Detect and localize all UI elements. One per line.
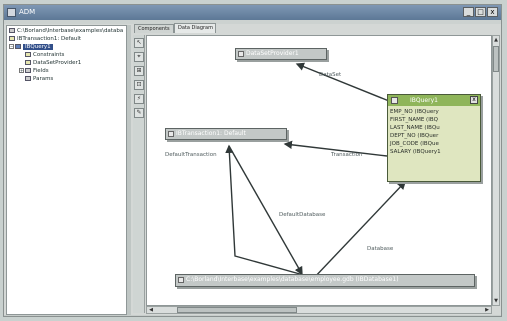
tree-row-provider[interactable]: DataSetProvider1	[25, 60, 81, 67]
fields-icon	[25, 68, 31, 73]
vertical-scrollbar[interactable]: ▲ ▼	[492, 35, 500, 306]
query-node-header[interactable]: IBQuery1 x	[388, 95, 480, 106]
provider-icon	[25, 60, 31, 65]
edge-label-database: Database	[367, 246, 394, 252]
collapse-icon[interactable]: −	[9, 44, 14, 49]
link-tool-icon[interactable]: ⚡	[134, 94, 144, 104]
edge-dataset	[295, 62, 390, 102]
node-database[interactable]: C:\Borland\Interbase\examples\database\e…	[175, 274, 475, 287]
scroll-right-icon[interactable]: ▶	[484, 307, 490, 313]
node-query[interactable]: IBQuery1 x EMP_NO (IBQuery FIRST_NAME (I…	[387, 94, 481, 182]
transaction-node-icon	[168, 131, 174, 137]
lookup-tool-icon[interactable]: ⊡	[134, 80, 144, 90]
status-bar	[4, 315, 501, 316]
horizontal-scrollbar[interactable]: ◀ ▶	[146, 306, 492, 314]
params-icon	[25, 76, 31, 81]
query-field[interactable]: DEPT_NO (IBQuer	[390, 132, 438, 140]
edge-label-default-database: DefaultDatabase	[279, 212, 326, 218]
query-icon	[15, 44, 21, 49]
master-detail-tool-icon[interactable]: ⊞	[134, 66, 144, 76]
adm-window: ADM _ □ x C:\Borland\Interbase\examples\…	[3, 4, 502, 317]
scroll-up-icon[interactable]: ▲	[493, 37, 499, 43]
property-tool-icon[interactable]: ⌖	[134, 52, 144, 62]
query-field[interactable]: LAST_NAME (IBQu	[390, 124, 440, 132]
tree-row-database[interactable]: C:\Borland\Interbase\examples\databa	[9, 28, 123, 35]
database-icon	[9, 28, 15, 33]
node-transaction[interactable]: IBTransaction1: Default	[165, 128, 287, 140]
query-field[interactable]: SALARY (IBQuery1	[390, 148, 441, 156]
query-close-icon[interactable]: x	[470, 96, 478, 104]
tree-row-params[interactable]: Params	[25, 76, 53, 83]
diagram-toolbar: ↖ ⌖ ⊞ ⊡ ⚡ ✎	[133, 35, 145, 313]
scroll-left-icon[interactable]: ◀	[148, 307, 154, 313]
node-provider[interactable]: DataSetProvider1	[235, 48, 327, 60]
query-field[interactable]: EMP_NO (IBQuery	[390, 108, 439, 116]
maximize-button[interactable]: □	[475, 7, 486, 17]
constraints-icon	[25, 52, 31, 57]
provider-node-icon	[238, 51, 244, 57]
minimize-button[interactable]: _	[463, 7, 474, 17]
query-field[interactable]: FIRST_NAME (IBQ	[390, 116, 438, 124]
tree-row-transaction[interactable]: IBTransaction1: Default	[9, 36, 81, 43]
panel-splitter[interactable]	[127, 25, 131, 315]
pointer-tool-icon[interactable]: ↖	[134, 38, 144, 48]
scroll-down-icon[interactable]: ▼	[493, 298, 499, 304]
database-node-icon	[178, 277, 184, 283]
tab-data-diagram[interactable]: Data Diagram	[174, 23, 216, 33]
diagram-canvas[interactable]: DataSetProvider1 IBTransaction1: Default…	[146, 35, 492, 306]
tree-row-query[interactable]: − IBQuery1	[9, 44, 53, 51]
tab-components[interactable]: Components	[134, 24, 174, 33]
vertical-scroll-thumb[interactable]	[493, 46, 499, 72]
tab-strip: Components Data Diagram	[132, 23, 500, 34]
expand-icon[interactable]: +	[19, 68, 24, 73]
object-tree[interactable]: C:\Borland\Interbase\examples\databa IBT…	[6, 25, 127, 315]
edge-default-database	[228, 145, 303, 276]
title-bar[interactable]: ADM _ □ x	[4, 5, 501, 20]
app-icon	[7, 8, 16, 17]
tree-row-constraints[interactable]: Constraints	[25, 52, 64, 59]
query-node-icon	[391, 97, 398, 104]
tree-row-fields[interactable]: + Fields	[19, 68, 49, 75]
edge-label-transaction: Transaction	[331, 152, 363, 158]
close-button[interactable]: x	[487, 7, 498, 17]
window-title: ADM	[19, 8, 36, 16]
edge-label-default-transaction: DefaultTransaction	[165, 152, 217, 158]
edge-label-dataset: DataSet	[319, 72, 342, 78]
query-field[interactable]: JOB_CODE (IBQue	[390, 140, 439, 148]
transaction-icon	[9, 36, 15, 41]
comment-tool-icon[interactable]: ✎	[134, 108, 144, 118]
edge-database	[311, 180, 406, 281]
horizontal-scroll-thumb[interactable]	[177, 307, 297, 313]
